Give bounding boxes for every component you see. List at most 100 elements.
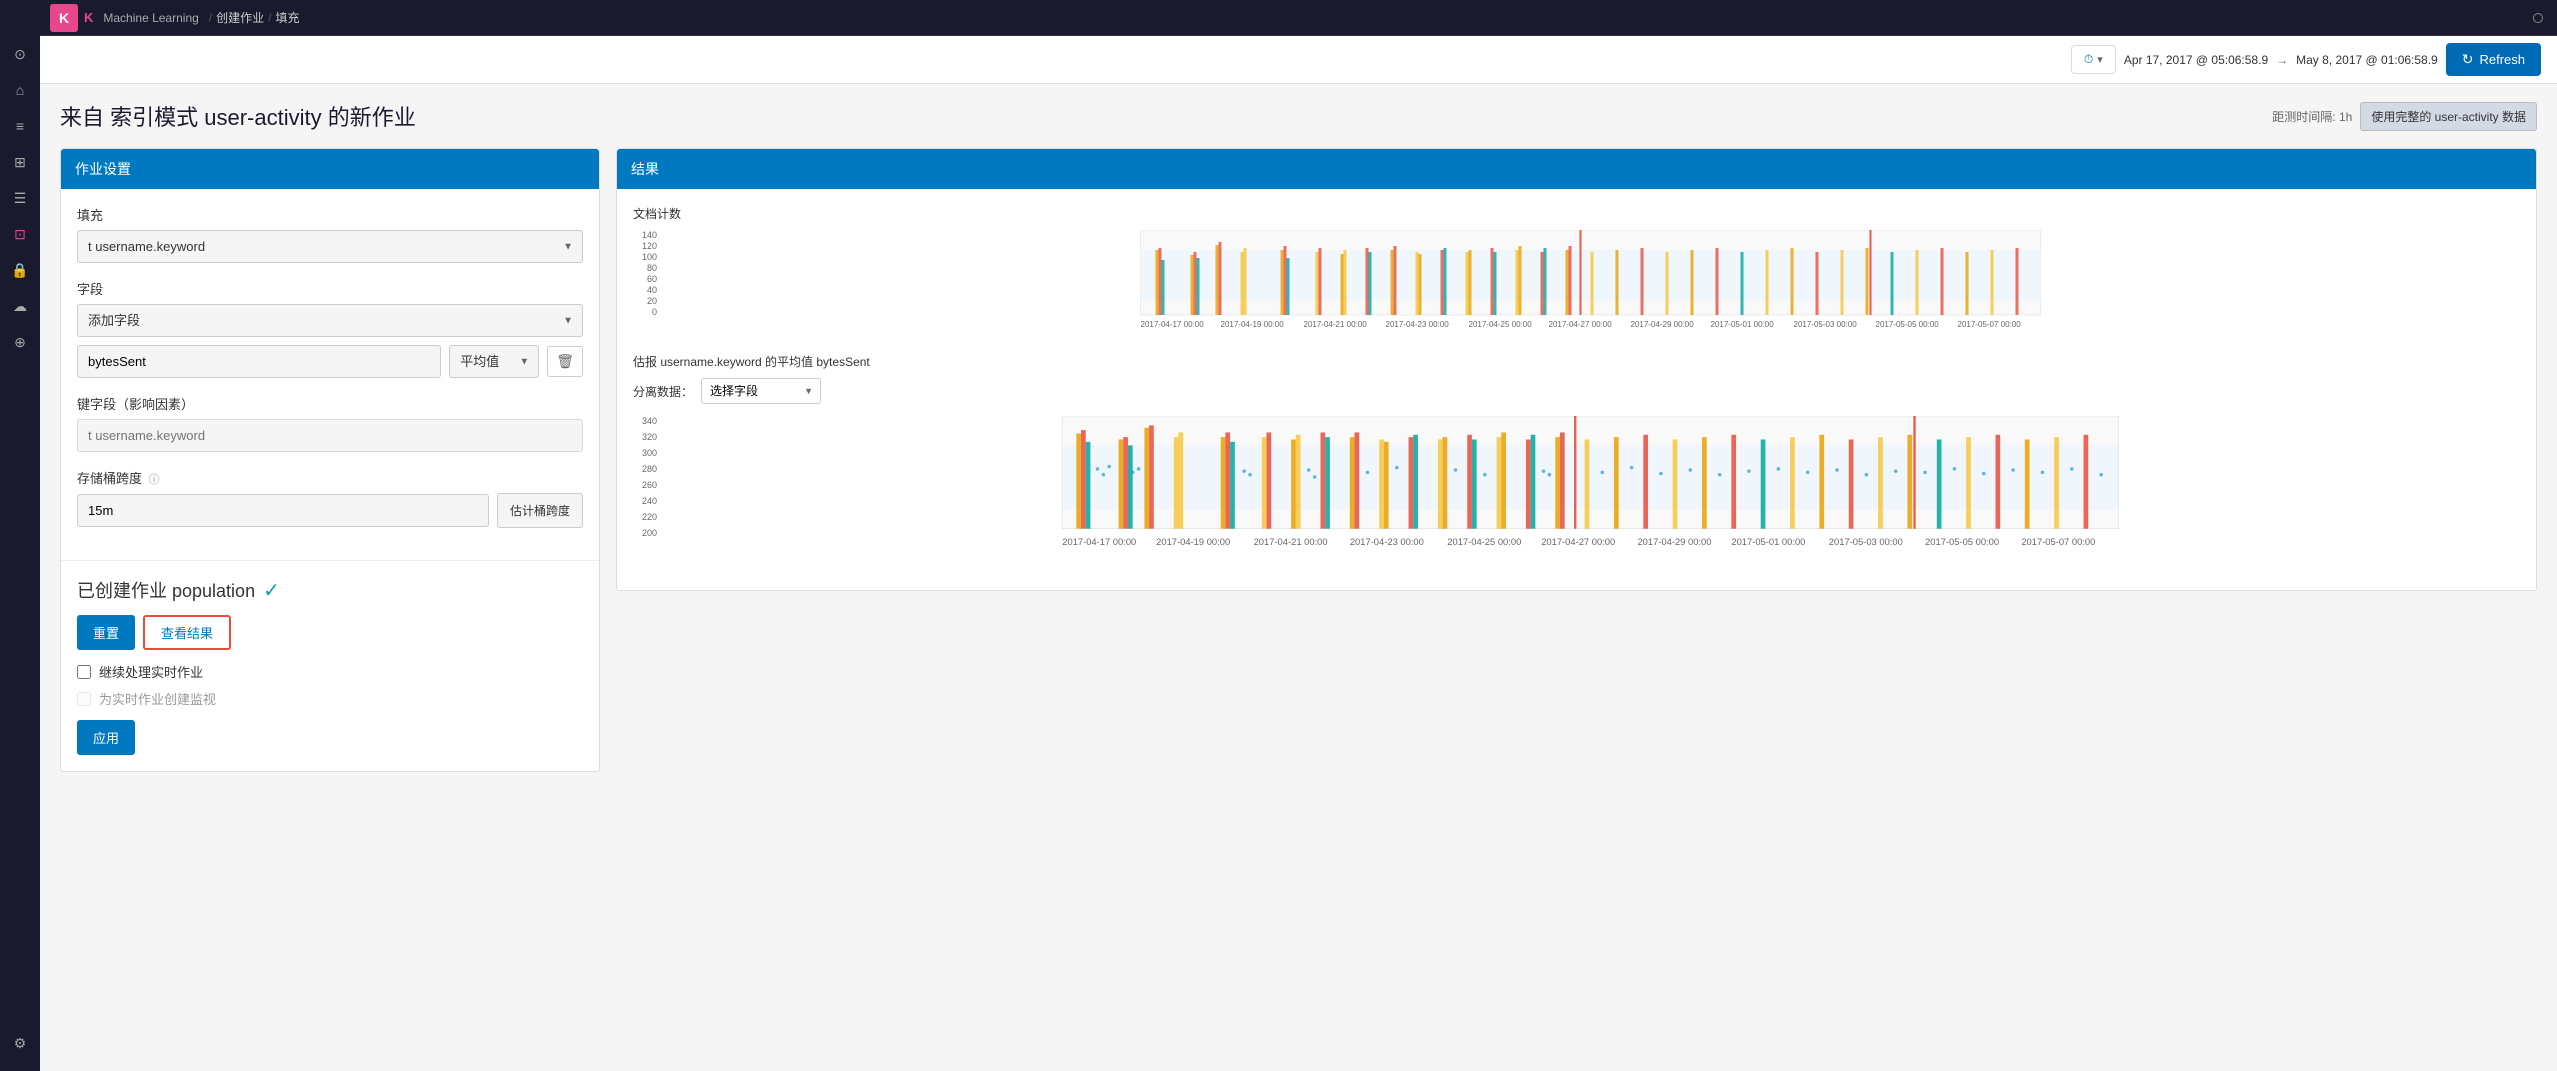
doc-count-chart-wrapper: 140 120 100 80 60 40 20 0 [633, 230, 2520, 333]
reset-button[interactable]: 重置 [77, 615, 135, 650]
svg-text:2017-05-07 00:00: 2017-05-07 00:00 [1958, 320, 2022, 329]
svg-text:2017-05-05 00:00: 2017-05-05 00:00 [1876, 320, 1940, 329]
chart2-container: 2017-04-17 00:00 2017-04-19 00:00 2017-0… [661, 416, 2520, 554]
nav-machine-learning[interactable]: Machine Learning [103, 11, 198, 25]
field-row: 平均值 🗑 [77, 345, 583, 378]
sidebar-icon-monitoring[interactable]: ☁ [0, 288, 40, 324]
breadcrumb-create-job[interactable]: 创建作业 [216, 9, 264, 26]
breadcrumb-fill: 填充 [276, 9, 300, 26]
time-range-end: May 8, 2017 @ 01:06:58.9 [2296, 53, 2438, 67]
sidebar-icon-discover[interactable]: ⌂ [0, 72, 40, 108]
sidebar-icon-dashboard[interactable]: ⊞ [0, 144, 40, 180]
key-field-group: 键字段（影响因素） [77, 394, 583, 452]
continue-realtime-input[interactable] [77, 665, 91, 679]
split-field-select[interactable]: 选择字段 [701, 378, 821, 404]
svg-text:2017-04-19 00:00: 2017-04-19 00:00 [1221, 320, 1285, 329]
estimate-button[interactable]: 估计桶跨度 [497, 493, 583, 528]
doc-count-svg: 2017-04-17 00:00 2017-04-19 00:00 2017-0… [661, 230, 2520, 330]
bucket-label: 存储桶跨度 ⓘ [77, 468, 583, 487]
success-section: 已创建作业 population ✓ 重置 查看结果 继续处理实时作业 [61, 560, 599, 771]
main-layout: 作业设置 填充 t username.keyword [60, 148, 2537, 772]
key-field-input[interactable] [77, 419, 583, 452]
svg-text:2017-04-21 00:00: 2017-04-21 00:00 [1304, 320, 1368, 329]
svg-text:2017-04-23 00:00: 2017-04-23 00:00 [1386, 320, 1450, 329]
chart1-container: 2017-04-17 00:00 2017-04-19 00:00 2017-0… [661, 230, 2520, 333]
aggregation-wrapper: 平均值 [449, 345, 539, 378]
fill-select[interactable]: t username.keyword [77, 230, 583, 263]
aggregation-select[interactable]: 平均值 [449, 345, 539, 378]
time-filter-button[interactable]: ⏱ ▾ [2071, 45, 2116, 74]
sidebar-icon-ml[interactable]: ⊡ [0, 216, 40, 252]
bucket-input[interactable] [77, 494, 489, 527]
doc-count-title: 文档计数 [633, 205, 2520, 222]
svg-text:2017-04-23 00:00: 2017-04-23 00:00 [1350, 536, 1424, 547]
bucket-hint-icon: ⓘ [149, 474, 160, 486]
sidebar-icon-visualize[interactable]: ≡ [0, 108, 40, 144]
bytes-sent-chart-area: 估报 username.keyword 的平均值 bytesSent 分离数据：… [633, 353, 2520, 554]
doc-count-chart-area: 文档计数 140 120 100 80 60 40 20 [633, 205, 2520, 333]
time-filter: ⏱ ▾ Apr 17, 2017 @ 05:06:58.9 → May 8, 2… [2071, 43, 2541, 76]
clock-icon: ⏱ [2084, 52, 2093, 67]
key-field-label: 键字段（影响因素） [77, 394, 583, 413]
field-name-input[interactable] [77, 345, 441, 378]
top-nav: K K Machine Learning / 创建作业 / 填充 [40, 0, 2557, 36]
app-logo: K [50, 4, 78, 32]
svg-text:2017-05-07 00:00: 2017-05-07 00:00 [2021, 536, 2095, 547]
left-sidebar: ⊙ ⌂ ≡ ⊞ ☰ ⊡ 🔒 ☁ ⊕ ⚙ [0, 0, 40, 1071]
svg-text:2017-04-29 00:00: 2017-04-29 00:00 [1631, 320, 1695, 329]
bytes-sent-chart-wrapper: 340 320 300 280 260 240 220 200 [633, 416, 2520, 554]
svg-text:2017-04-25 00:00: 2017-04-25 00:00 [1447, 536, 1521, 547]
use-full-data-button[interactable]: 使用完整的 user-activity 数据 [2360, 102, 2537, 131]
refresh-button[interactable]: ↻ Refresh [2446, 43, 2541, 76]
svg-text:2017-04-27 00:00: 2017-04-27 00:00 [1549, 320, 1613, 329]
svg-text:2017-04-17 00:00: 2017-04-17 00:00 [1062, 536, 1136, 547]
refresh-icon: ↻ [2462, 51, 2474, 68]
window-control[interactable] [2533, 13, 2543, 23]
create-watch-checkbox[interactable]: 为实时作业创建监视 [77, 689, 583, 708]
continue-realtime-checkbox[interactable]: 继续处理实时作业 [77, 662, 583, 681]
bytes-sent-title: 估报 username.keyword 的平均值 bytesSent [633, 353, 2520, 370]
action-buttons: 重置 查看结果 [77, 615, 583, 650]
sidebar-icon-canvas[interactable]: ⊕ [0, 324, 40, 360]
sidebar-icon-timelion[interactable]: ☰ [0, 180, 40, 216]
svg-text:2017-04-27 00:00: 2017-04-27 00:00 [1541, 536, 1615, 547]
success-title-row: 已创建作业 population ✓ [77, 577, 583, 603]
results-header: 结果 [617, 149, 2536, 189]
field-delete-button[interactable]: 🗑 [547, 346, 583, 377]
field-label: 字段 [77, 279, 583, 298]
job-settings-header: 作业设置 [61, 149, 599, 189]
add-field-select[interactable]: 添加字段 [77, 304, 583, 337]
svg-text:2017-04-21 00:00: 2017-04-21 00:00 [1254, 536, 1328, 547]
sampling-hint: 距测时间隔: 1h [2272, 108, 2352, 125]
svg-text:2017-05-03 00:00: 2017-05-03 00:00 [1829, 536, 1903, 547]
split-label: 分离数据： [633, 383, 693, 400]
chart2-yaxis: 340 320 300 280 260 240 220 200 [633, 416, 661, 554]
results-panel: 结果 文档计数 140 120 100 80 [616, 148, 2537, 591]
results-body: 文档计数 140 120 100 80 60 40 20 [617, 189, 2536, 590]
left-panel: 作业设置 填充 t username.keyword [60, 148, 600, 772]
page-title: 来自 索引模式 user-activity 的新作业 [60, 100, 416, 132]
split-select-wrapper: 选择字段 [701, 378, 821, 404]
sidebar-icon-home[interactable]: ⊙ [0, 36, 40, 72]
kibana-logo-text: K [84, 10, 93, 25]
svg-text:2017-04-25 00:00: 2017-04-25 00:00 [1469, 320, 1533, 329]
bucket-group: 存储桶跨度 ⓘ 估计桶跨度 [77, 468, 583, 528]
trash-icon: 🗑 [556, 353, 574, 369]
field-group: 字段 添加字段 平均值 [77, 279, 583, 378]
chart1-yaxis: 140 120 100 80 60 40 20 0 [633, 230, 661, 333]
view-results-button[interactable]: 查看结果 [143, 615, 231, 650]
svg-text:2017-05-03 00:00: 2017-05-03 00:00 [1794, 320, 1858, 329]
sidebar-icon-settings[interactable]: ⚙ [0, 1025, 40, 1061]
svg-text:2017-04-29 00:00: 2017-04-29 00:00 [1637, 536, 1711, 547]
fill-group: 填充 t username.keyword [77, 205, 583, 263]
bytes-sent-svg: 2017-04-17 00:00 2017-04-19 00:00 2017-0… [661, 416, 2520, 551]
create-watch-input [77, 692, 91, 706]
time-range-start: Apr 17, 2017 @ 05:06:58.9 [2124, 53, 2268, 67]
job-settings-body: 填充 t username.keyword 字段 [61, 189, 599, 560]
checkbox-group: 继续处理实时作业 为实时作业创建监视 [77, 662, 583, 708]
apply-button[interactable]: 应用 [77, 720, 135, 755]
fill-label: 填充 [77, 205, 583, 224]
sidebar-icon-security[interactable]: 🔒 [0, 252, 40, 288]
svg-text:2017-04-19 00:00: 2017-04-19 00:00 [1156, 536, 1230, 547]
svg-text:2017-05-05 00:00: 2017-05-05 00:00 [1925, 536, 1999, 547]
